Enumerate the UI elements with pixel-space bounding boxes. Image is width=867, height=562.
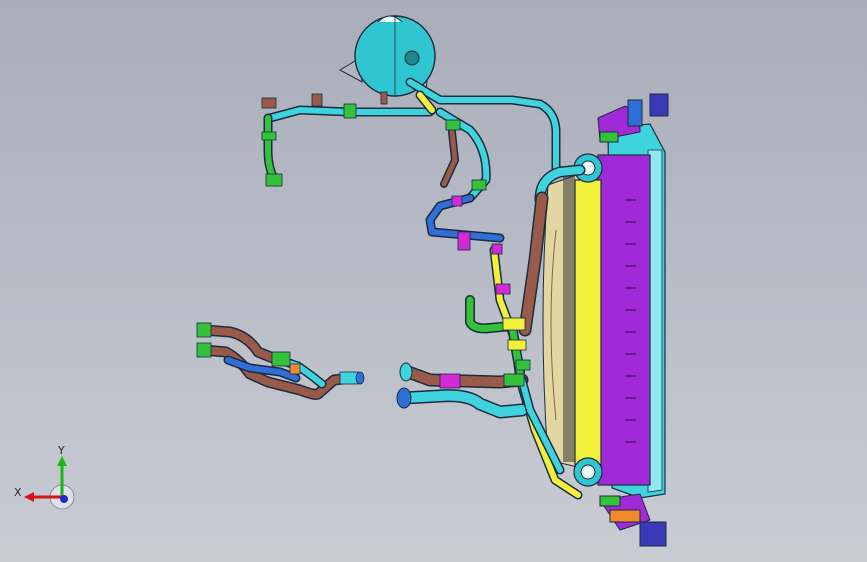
cad-viewport[interactable]: Y X — [0, 0, 867, 562]
heater-supply-hose — [399, 390, 527, 417]
heater-hoses[interactable] — [397, 365, 565, 475]
radiator-mount-post — [563, 172, 575, 462]
x-axis-label: X — [14, 486, 22, 499]
lower-fan-hub — [573, 457, 603, 487]
upper-hose-network[interactable] — [263, 77, 586, 500]
radiator-core — [597, 154, 651, 486]
radiator-side-tank — [574, 179, 602, 471]
upper-clamps — [261, 93, 503, 255]
y-axis-label: Y — [57, 444, 65, 457]
cooling-system-assembly-model[interactable]: Y X — [0, 0, 867, 562]
expansion-tank-port — [404, 50, 420, 66]
bottom-mount-bracket — [599, 493, 667, 547]
z-axis-dot — [60, 495, 68, 503]
bypass-hose[interactable] — [465, 295, 525, 377]
radiator-assembly[interactable] — [542, 93, 669, 547]
coordinate-triad: Y X — [14, 444, 75, 510]
